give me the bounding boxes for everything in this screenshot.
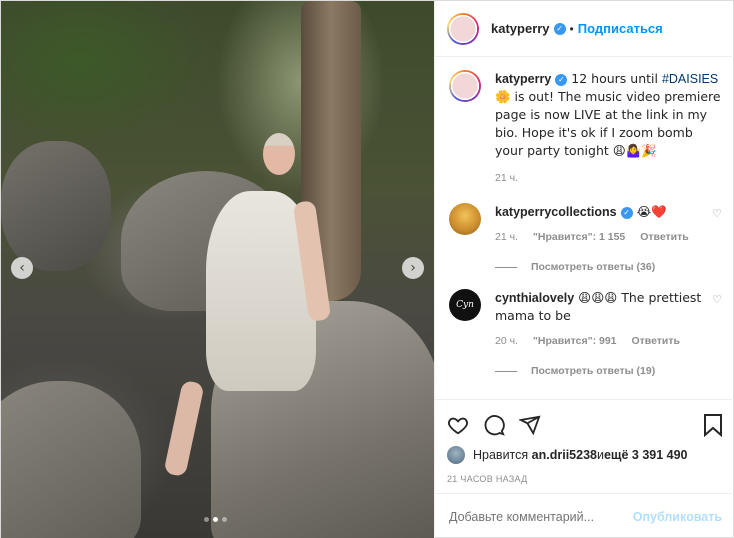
comment-item: Cyn cynthialovely 😩😩😩 The prettiest mama… <box>449 289 722 347</box>
caption: katyperry ✓ 12 hours until #DAISIES 🌼 is … <box>449 70 722 187</box>
verified-badge-icon: ✓ <box>620 206 633 219</box>
likes-count[interactable]: ещё 3 391 490 <box>604 448 688 462</box>
verified-badge-icon: ✓ <box>555 73 568 86</box>
caption-username[interactable]: katyperry <box>495 72 551 86</box>
comment-username[interactable]: katyperrycollections <box>495 205 617 219</box>
comment-item: katyperrycollections ✓ 😭❤️ 21 ч. "Нравитс… <box>449 203 722 243</box>
caption-text-part: 🌼 is out! The music video premiere page … <box>495 89 721 158</box>
caption-text-part: 12 hours until <box>567 71 662 86</box>
rock <box>1 141 111 271</box>
post-header: katyperry ✓ • Подписаться <box>435 1 734 57</box>
post-time[interactable]: 21 ЧАСОВ НАЗАД <box>447 474 724 484</box>
avatar[interactable] <box>447 446 465 464</box>
add-comment-bar: Опубликовать <box>435 493 734 538</box>
view-replies-label[interactable]: Посмотреть ответы (36) <box>531 261 655 273</box>
caption-text: katyperry ✓ 12 hours until #DAISIES 🌼 is … <box>495 70 722 187</box>
rock <box>1 381 141 538</box>
comment-username[interactable]: cynthialovely <box>495 291 574 305</box>
divider <box>495 266 517 268</box>
avatar[interactable] <box>447 12 479 45</box>
liker-username[interactable]: an.drii5238 <box>532 448 597 462</box>
publish-button[interactable]: Опубликовать <box>633 510 722 524</box>
action-icons <box>447 408 724 442</box>
divider <box>495 370 517 372</box>
comment-text: cynthialovely 😩😩😩 The prettiest mama to … <box>495 289 705 325</box>
chevron-left-icon[interactable]: ‹ <box>11 257 33 279</box>
carousel-dot-active <box>213 517 218 522</box>
heart-icon[interactable] <box>447 414 469 436</box>
figure-leg <box>163 379 205 478</box>
avatar[interactable] <box>449 203 481 235</box>
comment-input[interactable] <box>449 509 633 524</box>
comment-icon[interactable] <box>483 414 505 436</box>
view-replies-button[interactable]: Посмотреть ответы (19) <box>495 365 722 377</box>
share-icon[interactable] <box>519 414 541 436</box>
verified-badge-icon: ✓ <box>553 22 566 35</box>
comment-text: katyperrycollections ✓ 😭❤️ <box>495 203 705 221</box>
avatar-text: Cyn <box>456 300 474 310</box>
carousel-dot <box>222 517 227 522</box>
avatar[interactable]: Cyn <box>449 289 481 321</box>
hashtag-link[interactable]: #DAISIES <box>662 72 718 86</box>
carousel-dots <box>204 517 227 522</box>
comment-time[interactable]: 21 ч. <box>495 231 518 243</box>
comment-content: 😭❤️ <box>632 204 667 219</box>
comment-likes[interactable]: "Нравится": 991 <box>533 335 617 347</box>
post-sidebar: katyperry ✓ • Подписаться katyperry ✓ 12 … <box>434 1 734 538</box>
comment-likes[interactable]: "Нравится": 1 155 <box>533 231 625 243</box>
reply-button[interactable]: Ответить <box>631 335 680 347</box>
heart-icon[interactable]: ♡ <box>712 207 722 220</box>
comment-meta: 20 ч. "Нравится": 991 Ответить <box>495 335 705 347</box>
view-replies-button[interactable]: Посмотреть ответы (36) <box>495 261 722 273</box>
comment-time[interactable]: 20 ч. <box>495 335 518 347</box>
view-replies-label[interactable]: Посмотреть ответы (19) <box>531 365 655 377</box>
comments-list[interactable]: katyperry ✓ 12 hours until #DAISIES 🌼 is … <box>435 58 734 398</box>
likes-middle: и <box>596 448 604 462</box>
reply-button[interactable]: Ответить <box>640 231 689 243</box>
heart-icon[interactable]: ♡ <box>712 293 722 306</box>
likes-summary[interactable]: Нравится an.drii5238 и ещё 3 391 490 <box>447 446 724 464</box>
post-modal: ‹ › katyperry ✓ • Подписаться katyperry ✓… <box>0 0 734 538</box>
separator: • <box>569 21 574 36</box>
avatar[interactable] <box>449 70 481 102</box>
header-username[interactable]: katyperry <box>491 21 550 36</box>
carousel-dot <box>204 517 209 522</box>
caption-meta: 21 ч. <box>495 170 722 187</box>
caption-time[interactable]: 21 ч. <box>495 172 518 184</box>
post-actions: Нравится an.drii5238 и ещё 3 391 490 21 … <box>435 399 734 484</box>
comment-body: cynthialovely 😩😩😩 The prettiest mama to … <box>495 289 705 347</box>
likes-prefix: Нравится <box>473 448 529 462</box>
post-photo[interactable]: ‹ › <box>1 1 434 538</box>
follow-button[interactable]: Подписаться <box>578 21 663 36</box>
comment-meta: 21 ч. "Нравится": 1 155 Ответить <box>495 231 705 243</box>
chevron-right-icon[interactable]: › <box>402 257 424 279</box>
bookmark-icon[interactable] <box>702 413 724 437</box>
figure-head <box>263 133 295 175</box>
comment-body: katyperrycollections ✓ 😭❤️ 21 ч. "Нравитс… <box>495 203 705 243</box>
